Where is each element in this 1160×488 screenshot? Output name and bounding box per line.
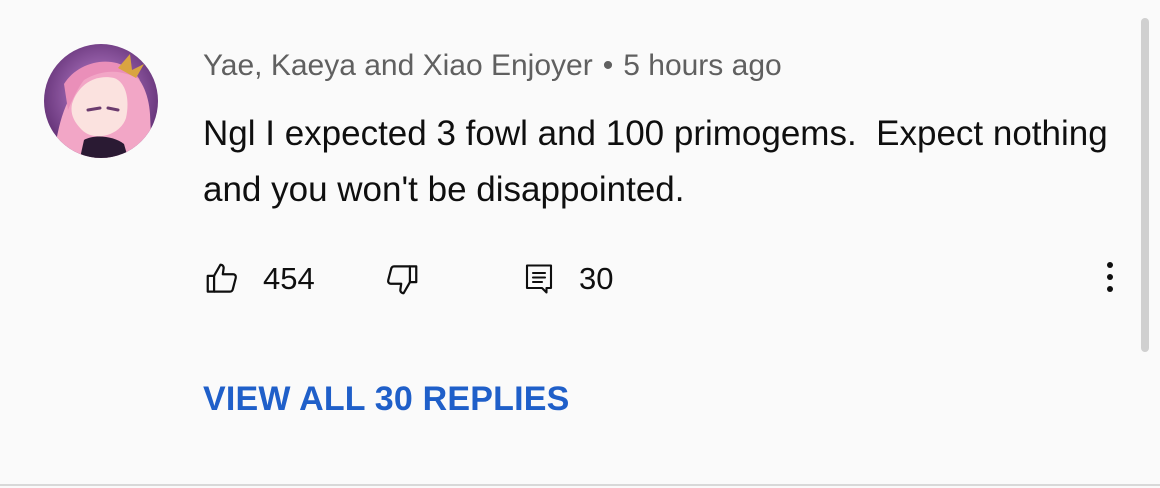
meta-separator: • [602, 49, 614, 82]
comment-text: Ngl I expected 3 fowl and 100 primogems.… [203, 114, 1118, 209]
reply-count: 30 [579, 261, 614, 296]
avatar[interactable] [44, 44, 158, 158]
view-replies-button[interactable]: VIEW ALL 30 REPLIES [203, 380, 570, 419]
reply-button[interactable]: 30 [521, 256, 613, 302]
like-count: 454 [263, 261, 315, 296]
more-vertical-icon [1106, 259, 1114, 300]
author-name[interactable]: Yae, Kaeya and Xiao Enjoyer [203, 49, 593, 82]
thumbs-up-icon [203, 260, 241, 298]
comment-actions: 454 30 [203, 256, 1133, 302]
avatar-image [44, 44, 158, 158]
scrollbar[interactable] [1141, 18, 1149, 352]
more-options-button[interactable] [1095, 256, 1125, 302]
reply-icon [521, 260, 557, 298]
thumbs-down-icon [383, 260, 421, 298]
comment-meta: Yae, Kaeya and Xiao Enjoyer • 5 hours ago [203, 48, 782, 84]
comment-thread: Yae, Kaeya and Xiao Enjoyer • 5 hours ago … [0, 0, 1160, 488]
like-button[interactable]: 454 [203, 256, 315, 302]
dislike-button[interactable] [383, 256, 421, 302]
divider [0, 484, 1160, 486]
comment-timestamp[interactable]: 5 hours ago [623, 49, 781, 82]
